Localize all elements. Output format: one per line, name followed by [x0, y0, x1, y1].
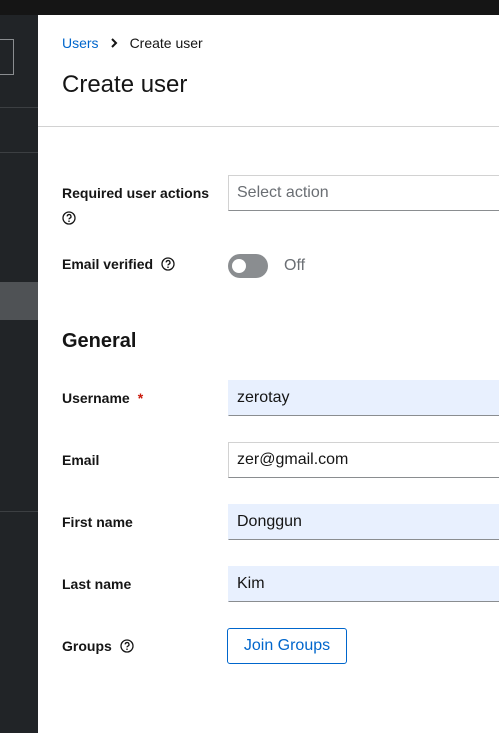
email-field[interactable]: zer@gmail.com	[228, 442, 499, 478]
first-name-label: First name	[62, 514, 133, 530]
help-icon[interactable]	[120, 639, 134, 653]
email-verified-toggle[interactable]	[228, 254, 268, 278]
username-field[interactable]: zerotay	[228, 380, 499, 416]
breadcrumb-users-link[interactable]: Users	[62, 35, 99, 51]
username-label: Username	[62, 390, 130, 406]
sidebar-divider	[0, 152, 38, 153]
required-asterisk: *	[137, 390, 144, 406]
page-title: Create user	[62, 71, 188, 98]
page-header: Users Create user Create user	[38, 15, 499, 127]
main-content: Users Create user Create user Required u…	[38, 15, 499, 733]
chevron-right-icon	[110, 38, 118, 48]
required-actions-select[interactable]: Select action	[228, 175, 499, 211]
toggle-knob	[232, 259, 246, 273]
first-name-field[interactable]: Donggun	[228, 504, 499, 540]
general-section-title: General	[62, 330, 137, 352]
breadcrumb: Users Create user	[62, 35, 203, 51]
last-name-label: Last name	[62, 576, 132, 592]
required-actions-label: Required user actions	[62, 185, 210, 201]
username-label-group: Username *	[62, 390, 143, 406]
sidebar-item-users[interactable]	[0, 282, 38, 320]
email-verified-label-group: Email verified	[62, 256, 175, 272]
email-verified-label: Email verified	[62, 256, 154, 272]
sidebar-divider	[0, 107, 38, 108]
required-actions-label-group: Required user actions	[62, 185, 209, 230]
sidebar-divider	[0, 511, 38, 512]
help-icon[interactable]	[161, 257, 175, 271]
sidebar-dropdown[interactable]	[0, 39, 14, 75]
groups-label: Groups	[62, 638, 112, 654]
top-masthead	[0, 0, 499, 15]
email-label: Email	[62, 452, 100, 468]
last-name-field[interactable]: Kim	[228, 566, 499, 602]
email-verified-state: Off	[284, 257, 306, 274]
sidebar-nav	[0, 15, 38, 733]
groups-label-group: Groups	[62, 638, 134, 654]
help-icon[interactable]	[62, 211, 76, 225]
join-groups-button[interactable]: Join Groups	[227, 628, 347, 664]
breadcrumb-current: Create user	[129, 35, 203, 51]
